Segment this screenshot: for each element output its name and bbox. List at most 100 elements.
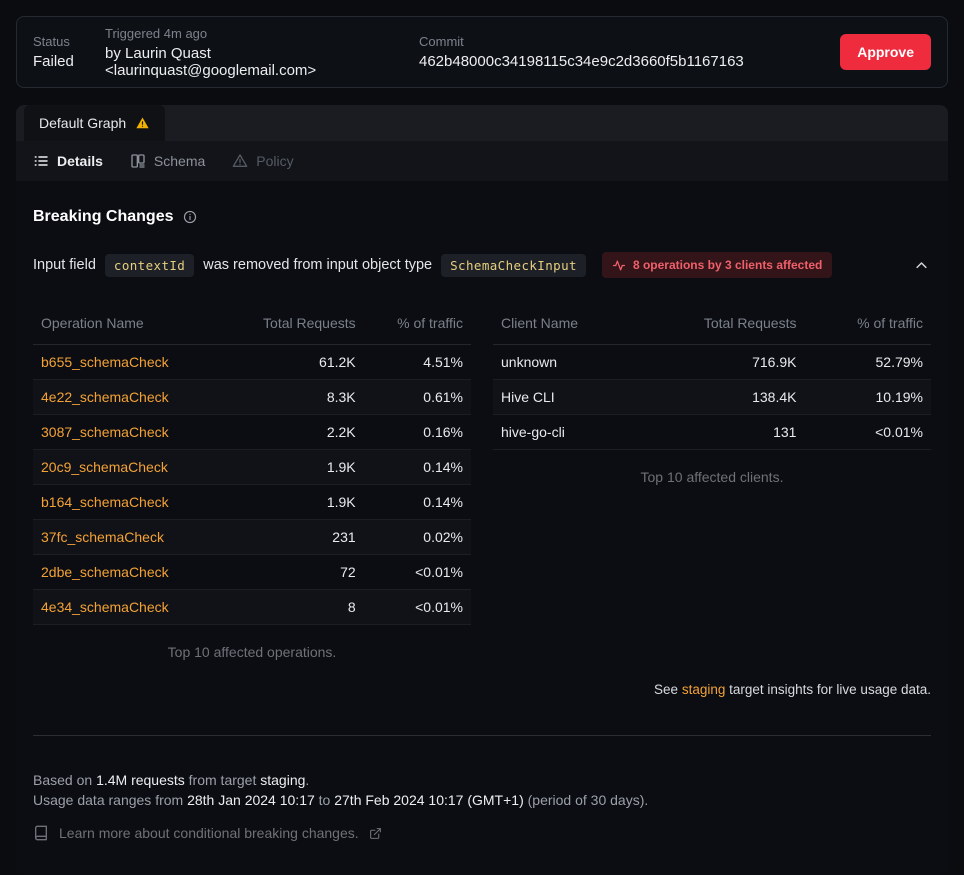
ops-col-name: Operation Name	[33, 308, 221, 345]
usage-tables: Operation Name Total Requests % of traff…	[33, 308, 931, 660]
learn-more-label: Learn more about conditional breaking ch…	[59, 825, 359, 841]
traffic-cell: 0.14%	[364, 450, 471, 485]
usage-summary: Based on 1.4M requests from target stagi…	[33, 770, 931, 810]
tab-details-label: Details	[57, 153, 103, 169]
operation-link[interactable]: 20c9_schemaCheck	[33, 450, 221, 485]
clients-col-traffic: % of traffic	[804, 308, 931, 345]
operation-link[interactable]: b655_schemaCheck	[33, 345, 221, 380]
operation-link[interactable]: 2dbe_schemaCheck	[33, 555, 221, 590]
traffic-cell: <0.01%	[804, 415, 931, 450]
learn-more-link[interactable]: Learn more about conditional breaking ch…	[33, 825, 931, 841]
operation-link[interactable]: b164_schemaCheck	[33, 485, 221, 520]
traffic-cell: 0.02%	[364, 520, 471, 555]
operations-table: Operation Name Total Requests % of traff…	[33, 308, 471, 625]
table-row: unknown 716.9K 52.79%	[493, 345, 931, 380]
traffic-cell: 52.79%	[804, 345, 931, 380]
staging-target-link[interactable]: staging	[682, 682, 726, 697]
status-value: Failed	[33, 53, 89, 70]
based-on-middle: from target	[185, 772, 260, 788]
table-row: 37fc_schemaCheck 231 0.02%	[33, 520, 471, 555]
tab-details[interactable]: Details	[33, 153, 103, 169]
operation-link[interactable]: 4e22_schemaCheck	[33, 380, 221, 415]
insights-note: See staging target insights for live usa…	[33, 682, 931, 697]
client-name-cell: Hive CLI	[493, 380, 637, 415]
requests-cell: 231	[221, 520, 363, 555]
tab-default-graph[interactable]: Default Graph	[24, 105, 165, 141]
table-row: 3087_schemaCheck 2.2K 0.16%	[33, 415, 471, 450]
tab-policy[interactable]: Policy	[232, 153, 293, 169]
ops-col-requests: Total Requests	[221, 308, 363, 345]
operation-link[interactable]: 4e34_schemaCheck	[33, 590, 221, 625]
graph-tab-label: Default Graph	[39, 115, 126, 131]
type-name-chip: SchemaCheckInput	[441, 254, 586, 277]
based-on-suffix: .	[305, 772, 309, 788]
footer-divider	[33, 735, 931, 736]
warning-triangle-icon	[135, 116, 150, 130]
commit-block: Commit 462b48000c34198115c34e9c2d3660f5b…	[419, 34, 840, 70]
tab-policy-label: Policy	[256, 153, 293, 169]
external-link-icon	[369, 827, 382, 840]
clients-table: Client Name Total Requests % of traffic …	[493, 308, 931, 450]
clients-col-name: Client Name	[493, 308, 637, 345]
details-panel: Breaking Changes Input field contextId w…	[16, 181, 948, 875]
change-text-2: was removed from input object type	[203, 257, 432, 273]
operation-link[interactable]: 3087_schemaCheck	[33, 415, 221, 450]
traffic-cell: 0.16%	[364, 415, 471, 450]
operation-link[interactable]: 37fc_schemaCheck	[33, 520, 221, 555]
traffic-cell: 0.14%	[364, 485, 471, 520]
ops-col-traffic: % of traffic	[364, 308, 471, 345]
requests-cell: 61.2K	[221, 345, 363, 380]
status-block: Status Failed	[33, 34, 89, 70]
breaking-changes-heading: Breaking Changes	[33, 181, 931, 226]
book-icon	[33, 825, 49, 841]
clients-caption: Top 10 affected clients.	[493, 450, 931, 485]
client-name-cell: unknown	[493, 345, 637, 380]
table-row: 4e22_schemaCheck 8.3K 0.61%	[33, 380, 471, 415]
operations-caption: Top 10 affected operations.	[33, 625, 471, 660]
breaking-changes-title: Breaking Changes	[33, 208, 173, 226]
triggered-block: Triggered 4m ago by Laurin Quast <laurin…	[105, 26, 403, 79]
table-row: Hive CLI 138.4K 10.19%	[493, 380, 931, 415]
usage-to: to	[315, 792, 334, 808]
traffic-cell: 0.61%	[364, 380, 471, 415]
client-name-cell: hive-go-cli	[493, 415, 637, 450]
insights-note-prefix: See	[654, 682, 682, 697]
check-subtabs: Details Schema Policy	[16, 141, 948, 181]
table-row: hive-go-cli 131 <0.01%	[493, 415, 931, 450]
requests-cell: 2.2K	[221, 415, 363, 450]
field-name-chip: contextId	[105, 254, 194, 277]
info-circle-icon	[183, 210, 197, 224]
check-summary-card: Status Failed Triggered 4m ago by Laurin…	[16, 16, 948, 88]
table-row: b655_schemaCheck 61.2K 4.51%	[33, 345, 471, 380]
requests-cell: 72	[221, 555, 363, 590]
list-icon	[33, 153, 49, 169]
approve-button[interactable]: Approve	[840, 34, 931, 70]
breaking-change-row[interactable]: Input field contextId was removed from i…	[33, 252, 931, 278]
traffic-cell: <0.01%	[364, 555, 471, 590]
requests-cell: 138.4K	[637, 380, 805, 415]
columns-icon	[130, 153, 146, 169]
requests-cell: 8	[221, 590, 363, 625]
triggered-author: by Laurin Quast <laurinquast@googlemail.…	[105, 45, 403, 79]
triggered-label: Triggered 4m ago	[105, 26, 403, 41]
collapse-toggle[interactable]	[914, 258, 931, 273]
commit-label: Commit	[419, 34, 840, 49]
based-on-prefix: Based on	[33, 772, 96, 788]
clients-table-wrap: Client Name Total Requests % of traffic …	[493, 308, 931, 485]
date-from: 28th Jan 2024 10:17	[187, 792, 315, 808]
operations-table-wrap: Operation Name Total Requests % of traff…	[33, 308, 471, 660]
table-row: 20c9_schemaCheck 1.9K 0.14%	[33, 450, 471, 485]
usage-range-line: Usage data ranges from 28th Jan 2024 10:…	[33, 790, 931, 810]
tab-schema[interactable]: Schema	[130, 153, 205, 169]
tab-schema-label: Schema	[154, 153, 205, 169]
clients-col-requests: Total Requests	[637, 308, 805, 345]
usage-prefix: Usage data ranges from	[33, 792, 187, 808]
activity-pulse-icon	[612, 259, 626, 272]
based-on-line: Based on 1.4M requests from target stagi…	[33, 770, 931, 790]
graph-tabs-bar: Default Graph	[16, 105, 948, 141]
insights-note-suffix: target insights for live usage data.	[725, 682, 931, 697]
commit-hash: 462b48000c34198115c34e9c2d3660f5b1167163	[419, 53, 840, 70]
requests-cell: 1.9K	[221, 485, 363, 520]
affected-operations-badge: 8 operations by 3 clients affected	[602, 252, 832, 278]
table-row: 4e34_schemaCheck 8 <0.01%	[33, 590, 471, 625]
